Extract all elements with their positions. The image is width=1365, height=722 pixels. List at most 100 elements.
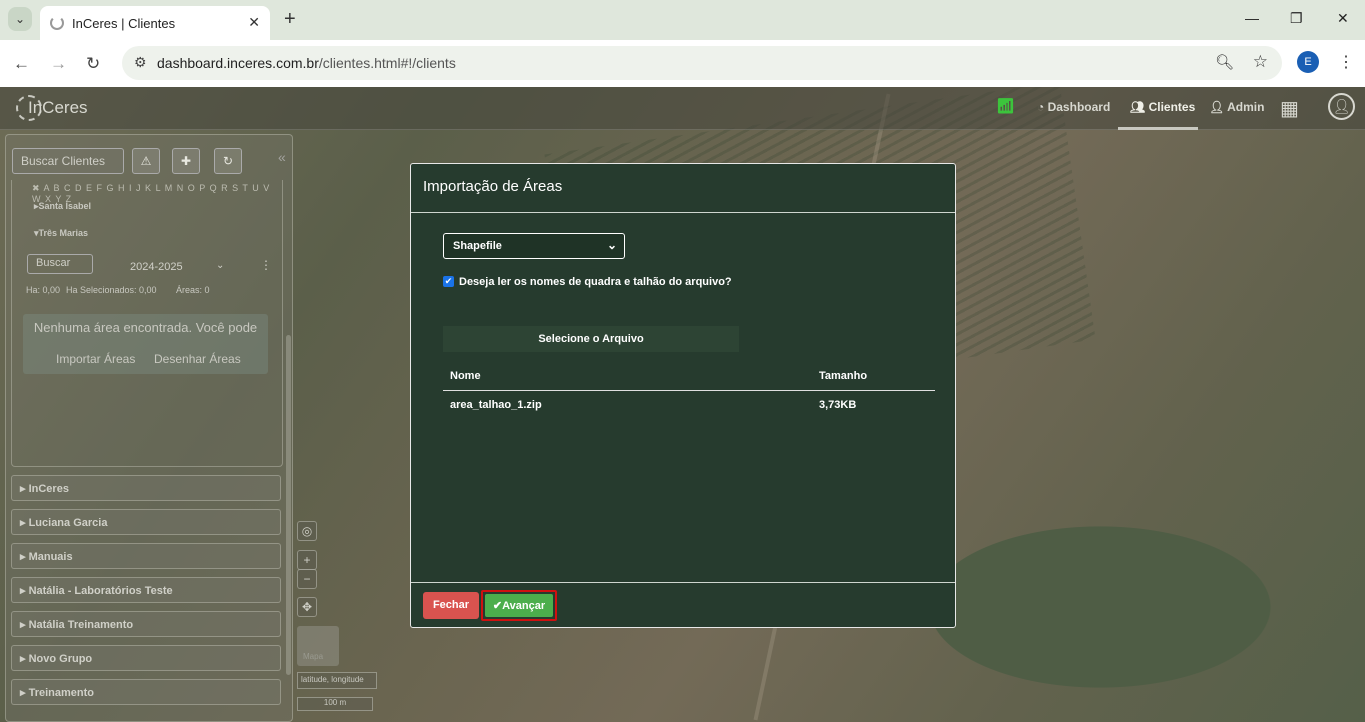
format-selected: Shapefile (453, 240, 502, 252)
nav-clientes-label: Clientes (1148, 100, 1196, 114)
empty-message: Nenhuma área encontrada. Você pode (33, 320, 258, 335)
map-scale: 100 m (297, 697, 373, 711)
sidebar-scrollbar[interactable] (286, 335, 291, 675)
next-button[interactable]: ✔Avançar (485, 594, 553, 617)
modal-title: Importação de Áreas (411, 164, 955, 213)
locate-icon[interactable]: ◎ (297, 521, 317, 541)
restore-icon[interactable]: ❐ (1290, 10, 1303, 27)
close-window-icon[interactable]: ✕ (1337, 10, 1349, 27)
client-list: ✖ A B C D E F G H I J K L M N O P Q R S … (11, 180, 283, 467)
nav-dashboard-label: Dashboard (1047, 100, 1111, 114)
modal-footer-divider (411, 582, 955, 583)
site-info-icon[interactable]: ⚙ (134, 54, 147, 71)
season-select[interactable]: 2024-2025 (130, 261, 183, 273)
group-label: Treinamento (28, 687, 94, 699)
format-select[interactable]: Shapefile ⌄ (443, 233, 625, 259)
group-treinamento[interactable]: ▸ Treinamento (11, 679, 281, 705)
group-manuais[interactable]: ▸ Manuais (11, 543, 281, 569)
farm-item-santa-isabel[interactable]: ▸Santa Isabel (34, 201, 91, 212)
import-areas-modal: Importação de Áreas Shapefile ⌄ ✔ Deseja… (410, 163, 956, 628)
plus-icon: ✚ (180, 154, 192, 168)
group-label: InCeres (28, 483, 69, 495)
app-navbar: InCeres 📶︎ ◔ Dashboard 👥︎ Clientes 👤︎ Ad… (0, 87, 1365, 130)
file-name-cell: area_talhao_1.zip (450, 399, 542, 411)
client-sidebar: Buscar Clientes ⚠ ✚ ↻ ✖ A B C D E F G H … (5, 134, 293, 722)
farm-item-tres-marias[interactable]: ▾Três Marias (34, 228, 88, 239)
group-label: Luciana Garcia (28, 517, 108, 529)
bookmark-star-icon[interactable]: ☆ (1253, 52, 1268, 72)
client-search-input[interactable]: Buscar Clientes (12, 148, 124, 174)
chevron-down-icon: ⌄ (606, 238, 617, 252)
close-tab-icon[interactable]: ✕ (248, 14, 260, 31)
loading-icon (50, 16, 64, 30)
browser-tab[interactable]: InCeres | Clientes ✕ (40, 6, 270, 40)
add-client-button[interactable]: ✚ (172, 148, 200, 174)
minimize-icon[interactable]: — (1245, 10, 1259, 26)
farm-label: Santa Isabel (38, 201, 92, 211)
column-header-name: Nome (450, 370, 481, 382)
browser-tab-strip: ⌄ InCeres | Clientes ✕ + — ❐ ✕ (0, 0, 1365, 40)
url-path: /clientes.html#!/clients (318, 55, 456, 71)
nav-admin-label: Admin (1227, 100, 1265, 114)
draw-areas-link[interactable]: Desenhar Áreas (154, 352, 241, 366)
warning-icon: ⚠ (140, 154, 152, 168)
tab-title: InCeres | Clientes (72, 15, 176, 31)
zoom-in-button[interactable]: + (297, 550, 317, 570)
group-novo-grupo[interactable]: ▸ Novo Grupo (11, 645, 281, 671)
tab-search-dropdown[interactable]: ⌄ (8, 7, 32, 31)
group-luciana-garcia[interactable]: ▸ Luciana Garcia (11, 509, 281, 535)
empty-areas-box: Nenhuma área encontrada. Você pode Impor… (23, 314, 268, 374)
forward-icon[interactable]: → (50, 54, 67, 74)
column-header-size: Tamanho (819, 370, 868, 382)
nav-admin[interactable]: 👤︎ Admin (1209, 100, 1264, 114)
zoom-out-button[interactable]: − (297, 569, 317, 589)
new-tab-button[interactable]: + (284, 8, 296, 31)
app-area: InCeres 📶︎ ◔ Dashboard 👥︎ Clientes 👤︎ Ad… (0, 87, 1365, 722)
file-size-cell: 3,73KB (819, 399, 857, 411)
refresh-icon: ↻ (222, 154, 234, 168)
user-account-icon[interactable]: 👤︎ (1328, 93, 1355, 120)
select-file-button[interactable]: Selecione o Arquivo (443, 326, 739, 352)
next-button-highlight: ✔Avançar (481, 590, 557, 621)
map-layer-switch[interactable]: Mapa (297, 626, 339, 666)
stat-ha: Ha: 0,00 (26, 285, 61, 295)
check-icon: ✔ (492, 600, 503, 612)
group-natalia-laboratorios[interactable]: ▸ Natália - Laboratórios Teste (11, 577, 281, 603)
nav-clientes[interactable]: 👥︎ Clientes (1130, 100, 1195, 114)
read-names-checkbox[interactable]: ✔ (443, 276, 454, 287)
more-options-icon[interactable]: ⋮ (260, 258, 272, 272)
apps-grid-icon[interactable]: ▦ (1280, 96, 1299, 121)
group-label: Natália Treinamento (28, 619, 134, 631)
refresh-button[interactable]: ↻ (214, 148, 242, 174)
warning-button[interactable]: ⚠ (132, 148, 160, 174)
wifi-icon: 📶︎ (996, 98, 1016, 115)
layer-label: Mapa (303, 652, 324, 661)
chevron-down-icon[interactable]: ⌄ (216, 260, 224, 271)
group-label: Natália - Laboratórios Teste (28, 585, 173, 597)
address-bar[interactable]: ⚙ dashboard.inceres.com.br/clientes.html… (122, 46, 1282, 80)
stat-areas: Áreas: 0 (176, 285, 210, 295)
group-natalia-treinamento[interactable]: ▸ Natália Treinamento (11, 611, 281, 637)
group-label: Manuais (28, 551, 73, 563)
nav-dashboard[interactable]: ◔ Dashboard (1037, 100, 1110, 114)
back-icon[interactable]: ← (13, 54, 30, 74)
read-names-label[interactable]: Deseja ler os nomes de quadra e talhão d… (459, 276, 732, 288)
url-domain: dashboard.inceres.com.br (157, 55, 319, 71)
area-search-input[interactable]: Buscar (27, 254, 93, 274)
group-inceres[interactable]: ▸ InCeres (11, 475, 281, 501)
coordinates-readout: latitude, longitude (297, 672, 377, 689)
logo-text: InCeres (28, 98, 88, 117)
browser-menu-icon[interactable]: ⋮ (1338, 52, 1354, 72)
pan-icon[interactable]: ✥ (297, 597, 317, 617)
import-areas-link[interactable]: Importar Áreas (56, 352, 135, 366)
next-button-label: Avançar (502, 600, 546, 612)
zoom-icon[interactable]: 🔍︎ (1215, 53, 1234, 71)
inceres-logo[interactable]: InCeres (16, 92, 96, 124)
nav-active-underline (1118, 127, 1198, 130)
profile-avatar[interactable]: E (1297, 51, 1319, 73)
browser-toolbar: ← → ↻ ⚙ dashboard.inceres.com.br/cliente… (0, 40, 1365, 87)
table-divider (443, 390, 935, 391)
reload-icon[interactable]: ↻ (86, 54, 100, 74)
farm-label: Três Marias (38, 228, 89, 238)
close-button[interactable]: Fechar (423, 592, 479, 619)
